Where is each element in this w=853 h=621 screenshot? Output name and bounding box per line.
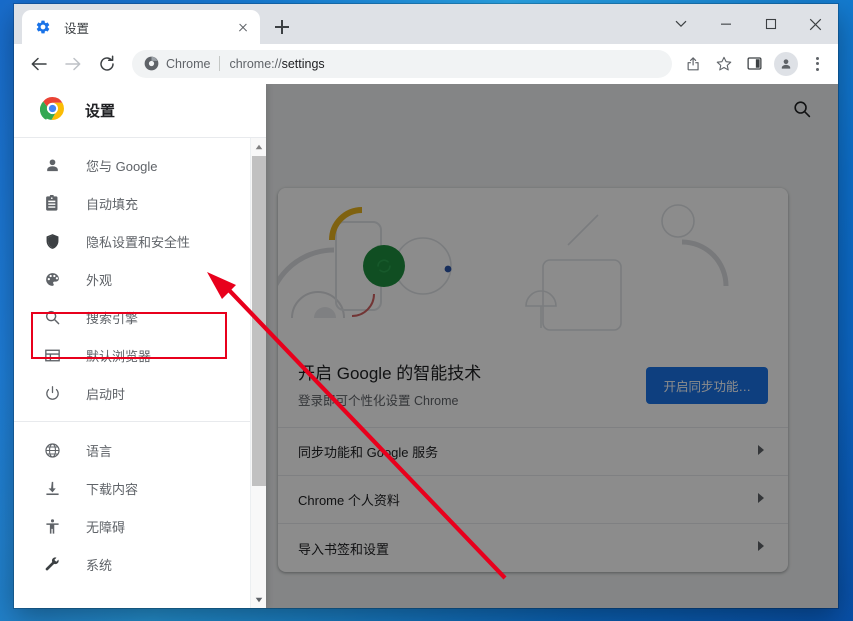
omnibox-separator <box>219 56 221 71</box>
tab-title: 设置 <box>64 21 90 36</box>
browser-window: 设置 Chrome chrome://settings 开启 Google 的智… <box>14 4 838 608</box>
sidebar-item-label: 自动填充 <box>86 196 139 212</box>
close-window-icon[interactable] <box>793 4 838 44</box>
power-icon <box>42 383 62 403</box>
sidebar-item-label: 搜索引擎 <box>86 310 139 326</box>
chevron-up-icon[interactable] <box>251 138 266 155</box>
omnibox-url: chrome://settings <box>229 57 324 71</box>
sidebar-item-search-engine[interactable]: 搜索引擎 <box>14 298 266 336</box>
new-tab-button[interactable] <box>268 13 296 41</box>
sidebar-item-privacy-and-security[interactable]: 隐私设置和安全性 <box>14 222 266 260</box>
sidebar-item-on-startup[interactable]: 启动时 <box>14 374 266 412</box>
sidebar-item-downloads[interactable]: 下载内容 <box>14 469 266 507</box>
sidebar-item-system[interactable]: 系统 <box>14 545 266 583</box>
chevron-down-icon[interactable] <box>251 591 266 608</box>
scrollbar-thumb[interactable] <box>252 156 266 486</box>
sidebar-title: 设置 <box>85 103 116 120</box>
accessible-icon <box>42 516 62 536</box>
browser-toolbar: Chrome chrome://settings <box>14 44 838 84</box>
close-icon[interactable] <box>234 18 252 36</box>
sidebar-item-label: 外观 <box>86 272 113 288</box>
shield-icon <box>42 231 62 251</box>
maximize-icon[interactable] <box>748 4 793 44</box>
browser-menu-icon[interactable] <box>806 53 828 75</box>
sidebar-item-label: 隐私设置和安全性 <box>86 234 191 250</box>
browser-icon <box>42 345 62 365</box>
sidebar-item-label: 下载内容 <box>86 481 139 497</box>
avatar[interactable] <box>774 51 798 76</box>
side-panel-icon[interactable] <box>740 50 768 78</box>
back-arrow-icon[interactable] <box>24 49 54 79</box>
reload-icon[interactable] <box>92 49 122 79</box>
window-controls <box>658 4 838 44</box>
chrome-logo-icon <box>39 96 65 126</box>
sidebar-item-accessibility[interactable]: 无障碍 <box>14 507 266 545</box>
star-icon[interactable] <box>710 50 738 78</box>
person-icon <box>42 155 62 175</box>
omnibox-chip-label: Chrome <box>166 56 211 71</box>
omnibox-url-path: settings <box>281 56 325 71</box>
tab-strip: 设置 <box>14 4 838 44</box>
omnibox-url-scheme: chrome:// <box>229 56 282 71</box>
sidebar-group-primary: 您与 Google 自动填充 隐私设置和安全性 外观 搜索引擎 默认浏览器 启动… <box>14 138 266 412</box>
download-icon <box>42 478 62 498</box>
browser-tab[interactable]: 设置 <box>22 10 260 44</box>
toolbar-actions <box>678 50 830 78</box>
gear-icon <box>35 19 51 35</box>
chrome-icon <box>144 56 159 71</box>
sidebar-item-label: 语言 <box>86 443 113 459</box>
sidebar-scroll-area: 您与 Google 自动填充 隐私设置和安全性 外观 搜索引擎 默认浏览器 启动… <box>14 138 266 608</box>
sidebar-item-you-and-google[interactable]: 您与 Google <box>14 146 266 184</box>
globe-icon <box>42 440 62 460</box>
sidebar-group-advanced: 语言 下载内容 无障碍 系统 <box>14 421 266 583</box>
sidebar-item-label: 您与 Google <box>86 158 158 174</box>
sidebar-header: 设置 <box>14 84 266 138</box>
wrench-icon <box>42 554 62 574</box>
sidebar-item-label: 无障碍 <box>86 519 126 535</box>
page-viewport: 开启 Google 的智能技术 登录即可个性化设置 Chrome 开启同步功能…… <box>14 84 838 608</box>
sidebar-item-languages[interactable]: 语言 <box>14 431 266 469</box>
share-icon[interactable] <box>680 50 708 78</box>
settings-sidebar: 设置 您与 Google 自动填充 隐私设置和安全性 外观 搜索引擎 默认浏览器… <box>14 84 266 608</box>
sidebar-item-label: 默认浏览器 <box>86 348 152 364</box>
sidebar-item-default-browser[interactable]: 默认浏览器 <box>14 336 266 374</box>
sidebar-item-label: 系统 <box>86 557 113 573</box>
forward-arrow-icon[interactable] <box>58 49 88 79</box>
tab-search-chevron-down-icon[interactable] <box>658 4 703 44</box>
address-bar[interactable]: Chrome chrome://settings <box>132 49 672 78</box>
palette-icon <box>42 269 62 289</box>
minimize-icon[interactable] <box>703 4 748 44</box>
sidebar-item-label: 启动时 <box>86 386 126 402</box>
sidebar-scrollbar[interactable] <box>250 138 266 608</box>
autofill-icon <box>42 193 62 213</box>
sidebar-item-appearance[interactable]: 外观 <box>14 260 266 298</box>
search-icon <box>42 307 62 327</box>
sidebar-item-autofill[interactable]: 自动填充 <box>14 184 266 222</box>
